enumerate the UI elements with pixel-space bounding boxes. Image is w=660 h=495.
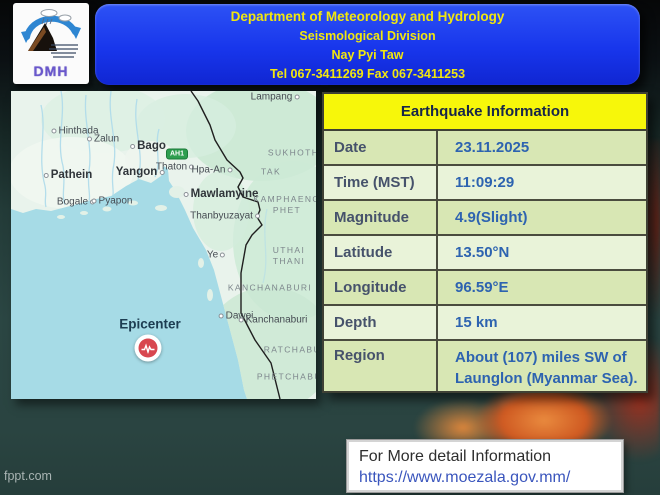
more-info-box: For More detail Information https://www.… [347,440,623,492]
row-label: Region [324,341,438,391]
moezala-link[interactable]: https://www.moezala.gov.mm/ [359,467,570,488]
row-value: 13.50°N [438,236,646,269]
city-name: Nay Pyi Taw [95,46,640,65]
highway-badge-ah1: AH1 [166,149,188,160]
org-name: Department of Meteorology and Hydrology [95,7,640,27]
division-name: Seismological Division [95,27,640,46]
row-label: Time (MST) [324,166,438,199]
row-label: Magnitude [324,201,438,234]
table-row-magnitude: Magnitude 4.9(Slight) [324,201,646,236]
row-value: 4.9(Slight) [438,201,646,234]
table-row-longitude: Longitude 96.59°E [324,271,646,306]
epicenter-map: Hinthada Zalun Bago Pathein Yangon Thato… [11,91,316,399]
table-row-latitude: Latitude 13.50°N [324,236,646,271]
bulletin-slide: DMH Department of Meteorology and Hydrol… [0,0,660,495]
more-info-title: For More detail Information [359,446,621,467]
seismic-wave-icon [139,339,158,358]
epicenter-label: Epicenter [119,317,181,332]
fppt-watermark: fppt.com [4,469,52,483]
dmh-logo: DMH [13,3,89,84]
row-value: 15 km [438,306,646,339]
table-row-date: Date 23.11.2025 [324,131,646,166]
row-label: Latitude [324,236,438,269]
row-value: 23.11.2025 [438,131,646,164]
table-row-region: Region About (107) miles SW of Launglon … [324,341,646,391]
row-label: Depth [324,306,438,339]
contact-line: Tel 067-3411269 Fax 067-3411253 [95,65,640,84]
logo-wordmark: DMH [34,63,69,79]
row-value: 96.59°E [438,271,646,304]
row-value: 11:09:29 [438,166,646,199]
table-row-time: Time (MST) 11:09:29 [324,166,646,201]
row-value: About (107) miles SW of Launglon (Myanma… [438,341,646,391]
row-label: Longitude [324,271,438,304]
water-cycle-logo-icon [18,5,84,63]
basemap-graphic [11,91,316,399]
table-title: Earthquake Information [324,94,646,131]
epicenter-marker [135,335,162,362]
earthquake-info-table: Earthquake Information Date 23.11.2025 T… [322,92,648,393]
table-row-depth: Depth 15 km [324,306,646,341]
row-label: Date [324,131,438,164]
header-banner: Department of Meteorology and Hydrology … [95,4,640,85]
